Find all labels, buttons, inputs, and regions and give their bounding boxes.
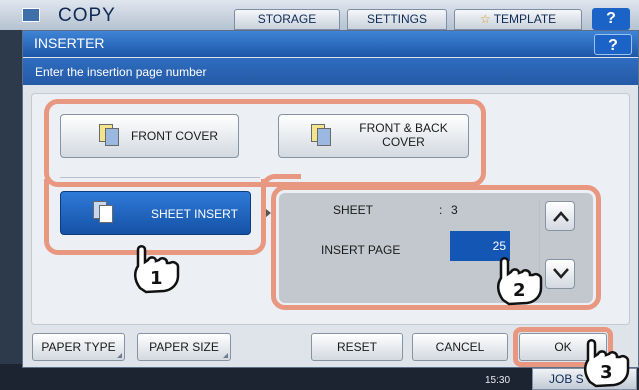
tab-storage-label: STORAGE	[257, 12, 317, 26]
hand-pointer-icon-2: 2	[497, 257, 543, 306]
front-back-cover-label-line1: FRONT & BACK	[359, 121, 448, 135]
tab-storage[interactable]: STORAGE	[234, 9, 340, 30]
hand-pointer-icon-3: 3	[584, 339, 630, 388]
hand-pointer-icon-1: 1	[134, 245, 180, 294]
paper-type-label: PAPER TYPE	[41, 340, 116, 354]
ok-label: OK	[554, 340, 572, 354]
clock: 15:30	[485, 375, 511, 386]
dialog-header: INSERTER ?	[23, 31, 638, 57]
front-cover-label: FRONT COVER	[130, 129, 219, 143]
increment-button[interactable]	[545, 201, 575, 231]
chevron-down-icon	[553, 268, 569, 279]
paper-type-button[interactable]: PAPER TYPE	[32, 333, 125, 361]
callout-1: 1	[150, 268, 163, 289]
cancel-label: CANCEL	[435, 340, 485, 354]
insert-page-label: INSERT PAGE	[321, 243, 401, 257]
callout-2: 2	[513, 280, 526, 301]
decrement-button[interactable]	[545, 259, 575, 289]
sheet-insert-button[interactable]: SHEET INSERT	[60, 191, 251, 235]
document-icon	[311, 124, 333, 148]
corner-tick-icon	[223, 353, 228, 358]
sheet-label: SHEET	[333, 203, 374, 217]
pointer-arrow-icon	[266, 209, 271, 217]
cancel-button[interactable]: CANCEL	[412, 333, 508, 361]
reset-label: RESET	[336, 340, 377, 354]
paper-size-button[interactable]: PAPER SIZE	[137, 333, 231, 361]
top-help-button[interactable]: ?	[592, 8, 630, 30]
chevron-up-icon	[553, 211, 569, 222]
front-back-cover-button[interactable]: FRONT & BACK COVER	[278, 114, 469, 158]
inserter-dialog: INSERTER ? Enter the insertion page numb…	[22, 30, 639, 368]
message-bar: Enter the insertion page number	[23, 58, 638, 85]
paper-size-label: PAPER SIZE	[149, 340, 219, 354]
dialog-title: INSERTER	[34, 35, 105, 51]
tab-template-label: TEMPLATE	[493, 12, 557, 26]
document-icon	[93, 201, 115, 225]
callout-3: 3	[600, 362, 613, 383]
front-back-cover-label-line2: COVER	[382, 135, 425, 149]
dialog-help-button[interactable]: ?	[594, 34, 632, 55]
dialog-message: Enter the insertion page number	[35, 65, 207, 79]
tab-settings[interactable]: SETTINGS	[347, 9, 447, 30]
sheet-colon: :	[439, 203, 443, 217]
star-icon: ☆	[479, 12, 491, 26]
reset-button[interactable]: RESET	[311, 333, 403, 361]
app-title: COPY	[58, 5, 116, 26]
top-bar: COPY STORAGE SETTINGS ☆ TEMPLATE ?	[0, 0, 639, 30]
front-cover-button[interactable]: FRONT COVER	[60, 114, 239, 158]
sheet-insert-label: SHEET INSERT	[151, 207, 238, 221]
sheet-value: 3	[451, 203, 458, 217]
tab-settings-label: SETTINGS	[366, 12, 427, 26]
corner-tick-icon	[117, 353, 122, 358]
copy-icon	[22, 8, 40, 22]
tab-template[interactable]: ☆ TEMPLATE	[454, 9, 582, 30]
divider	[60, 177, 260, 178]
